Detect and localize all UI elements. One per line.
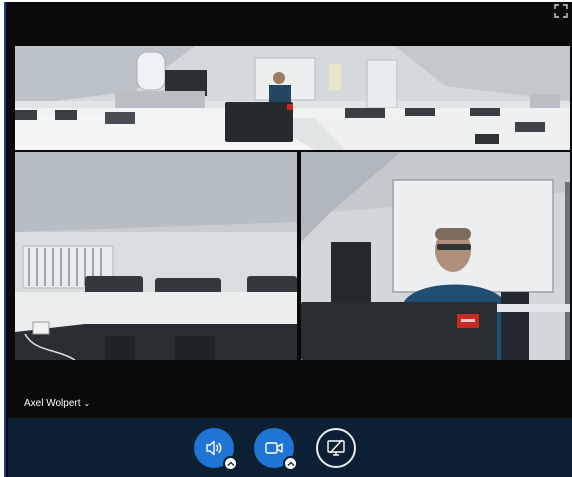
screen-share-off-icon [327, 439, 345, 456]
room-empty-scene [15, 152, 297, 360]
room-wide-scene [15, 46, 570, 150]
meeting-window: Axel Wolpert ⌄ [4, 2, 572, 477]
presenter-scene [301, 152, 570, 360]
audio-button[interactable] [194, 428, 238, 471]
video-tile-presenter[interactable] [301, 152, 570, 360]
speaker-icon [206, 440, 222, 456]
audio-options-button[interactable] [223, 456, 238, 471]
participant-name: Axel Wolpert [24, 398, 81, 409]
video-options-button[interactable] [283, 456, 298, 471]
video-tile-room-empty[interactable] [15, 152, 297, 360]
share-screen-button[interactable] [316, 428, 356, 468]
chevron-up-icon [287, 461, 294, 466]
chevron-down-icon[interactable]: ⌄ [84, 399, 91, 408]
call-control-bar [8, 418, 572, 477]
participant-name-tag[interactable]: Axel Wolpert ⌄ [24, 398, 90, 409]
video-button[interactable] [254, 428, 298, 471]
video-tile-room-wide[interactable] [15, 46, 570, 150]
fullscreen-icon[interactable] [554, 4, 568, 18]
camera-icon [265, 442, 283, 454]
chevron-up-icon [227, 461, 234, 466]
